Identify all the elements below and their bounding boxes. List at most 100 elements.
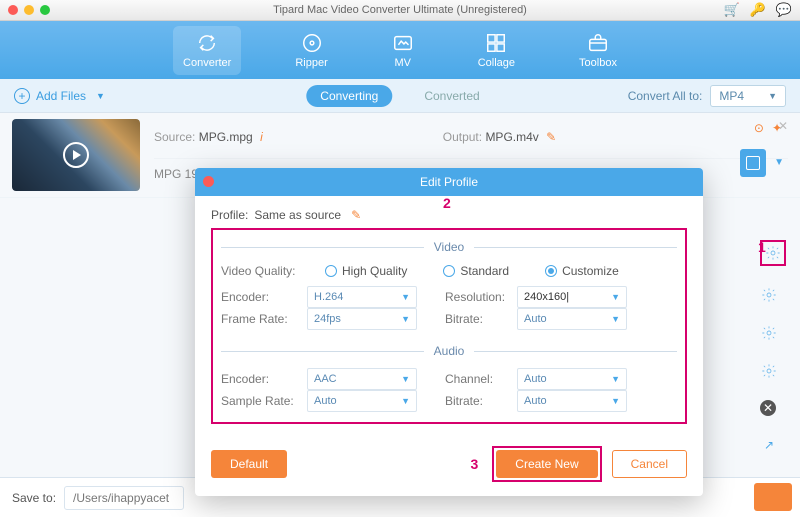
frame-rate-label: Frame Rate: <box>221 312 307 326</box>
format-badge[interactable] <box>740 149 766 177</box>
mv-icon <box>392 32 414 54</box>
bitrate-label: Bitrate: <box>445 312 517 326</box>
chevron-down-icon: ▼ <box>401 292 410 302</box>
save-to-label: Save to: <box>12 491 56 505</box>
nav-label: Toolbox <box>579 57 617 69</box>
external-link-icon[interactable]: ↗ <box>760 436 778 454</box>
chevron-down-icon: ▼ <box>611 292 620 302</box>
radio-standard[interactable]: Standard <box>443 264 509 278</box>
side-toolbar: ✕ ↗ <box>760 240 786 454</box>
key-icon[interactable]: 🔑 <box>750 2 766 18</box>
video-encoder-dropdown[interactable]: H.264▼ <box>307 286 417 308</box>
nav-label: Ripper <box>295 57 327 69</box>
dd-value: Auto <box>314 395 337 407</box>
sample-rate-label: Sample Rate: <box>221 394 307 408</box>
convert-all-label: Convert All to: <box>628 89 703 103</box>
edit-profile-modal: Edit Profile 2 Profile: Same as source ✎… <box>195 168 703 496</box>
row-actions: ⊙ ✦ ✕ <box>754 121 782 135</box>
nav-collage[interactable]: Collage <box>468 26 525 75</box>
frame-rate-dropdown[interactable]: 24fps▼ <box>307 308 417 330</box>
close-window-icon[interactable] <box>8 5 18 15</box>
settings-icon[interactable] <box>760 286 778 304</box>
convert-all-select: Convert All to: MP4 ▼ <box>628 85 786 107</box>
ripper-icon <box>301 32 323 54</box>
default-button[interactable]: Default <box>211 450 287 478</box>
modal-header: Edit Profile <box>195 168 703 196</box>
output-format-dropdown[interactable]: MP4 ▼ <box>710 85 786 107</box>
audio-bitrate-dropdown[interactable]: Auto ▼ <box>517 390 627 412</box>
titlebar: Tipard Mac Video Converter Ultimate (Unr… <box>0 0 800 21</box>
output-format-value: MP4 <box>719 89 744 103</box>
encoder-label: Encoder: <box>221 290 307 304</box>
minimize-window-icon[interactable] <box>24 5 34 15</box>
profile-label: Profile: <box>211 208 248 222</box>
settings-icon[interactable] <box>760 362 778 380</box>
converter-icon <box>196 32 218 54</box>
source-label: Source: <box>154 130 195 144</box>
chevron-down-icon: ▼ <box>768 91 777 101</box>
feedback-icon[interactable]: 💬 <box>776 2 792 18</box>
nav-converter[interactable]: Converter <box>173 26 241 75</box>
video-section-label: Video <box>424 240 474 254</box>
nav-label: MV <box>394 57 411 69</box>
nav-ripper[interactable]: Ripper <box>285 26 337 75</box>
chevron-down-icon: ▼ <box>96 91 105 101</box>
nav-toolbox[interactable]: Toolbox <box>569 26 627 75</box>
video-quality-label: Video Quality: <box>221 264 307 278</box>
tab-converting[interactable]: Converting <box>306 85 392 107</box>
chevron-down-icon: ▼ <box>611 374 620 384</box>
window-title: Tipard Mac Video Converter Ultimate (Unr… <box>0 4 800 16</box>
chevron-down-icon: ▼ <box>401 396 410 406</box>
audio-section-label: Audio <box>424 344 475 358</box>
dd-value: Auto <box>524 373 547 385</box>
audio-bitrate-label: Bitrate: <box>445 394 517 408</box>
add-files-button[interactable]: + Add Files ▼ <box>14 88 105 104</box>
info-icon[interactable]: i <box>260 130 263 144</box>
channel-dropdown[interactable]: Auto ▼ <box>517 368 627 390</box>
callout-3-frame: Create New <box>492 446 601 482</box>
audio-encoder-dropdown[interactable]: AAC▼ <box>307 368 417 390</box>
nav-mv[interactable]: MV <box>382 26 424 75</box>
profile-settings-frame: Video Video Quality: High Quality Standa… <box>211 228 687 424</box>
thumbnail[interactable] <box>12 119 140 191</box>
nav-label: Converter <box>183 57 231 69</box>
cart-icon[interactable]: 🛒 <box>723 2 739 18</box>
chevron-down-icon: ▼ <box>611 314 620 324</box>
video-bitrate-dropdown[interactable]: Auto▼ <box>517 308 627 330</box>
window-controls <box>8 5 50 15</box>
convert-button[interactable] <box>754 483 792 511</box>
radio-label: Standard <box>460 264 509 278</box>
output-label: Output: <box>443 130 482 144</box>
collage-icon <box>485 32 507 54</box>
radio-label: High Quality <box>342 264 407 278</box>
chevron-down-icon: ▼ <box>611 396 620 406</box>
settings-icon[interactable] <box>760 324 778 342</box>
main-nav: Converter Ripper MV Collage Toolbox <box>0 21 800 79</box>
chevron-down-icon[interactable]: ▼ <box>774 157 784 168</box>
callout-1-frame <box>760 240 786 266</box>
close-icon[interactable] <box>203 176 214 187</box>
channel-label: Channel: <box>445 372 517 386</box>
compress-icon[interactable]: ⊙ <box>754 121 764 135</box>
radio-high-quality[interactable]: High Quality <box>325 264 407 278</box>
sample-rate-dropdown[interactable]: Auto ▼ <box>307 390 417 412</box>
maximize-window-icon[interactable] <box>40 5 50 15</box>
cancel-button[interactable]: Cancel <box>612 450 687 478</box>
close-icon[interactable]: ✕ <box>760 400 776 416</box>
edit-icon[interactable]: ✎ <box>351 208 361 222</box>
remove-item-icon[interactable]: ✕ <box>778 119 788 133</box>
radio-customize[interactable]: Customize <box>545 264 619 278</box>
dd-value: AAC <box>314 373 337 385</box>
status-tabs: Converting Converted <box>306 85 493 107</box>
resolution-label: Resolution: <box>445 290 517 304</box>
resolution-dropdown[interactable]: 240x160|▼ <box>517 286 627 308</box>
dd-value: Auto <box>524 395 547 407</box>
chevron-down-icon: ▼ <box>401 314 410 324</box>
tab-converted[interactable]: Converted <box>410 85 493 107</box>
settings-icon[interactable] <box>764 244 782 262</box>
radio-label: Customize <box>562 264 619 278</box>
add-files-label: Add Files <box>36 89 86 103</box>
edit-icon[interactable]: ✎ <box>546 130 556 144</box>
create-new-button[interactable]: Create New <box>496 450 597 478</box>
save-path-field[interactable]: /Users/ihappyacet <box>64 486 184 510</box>
